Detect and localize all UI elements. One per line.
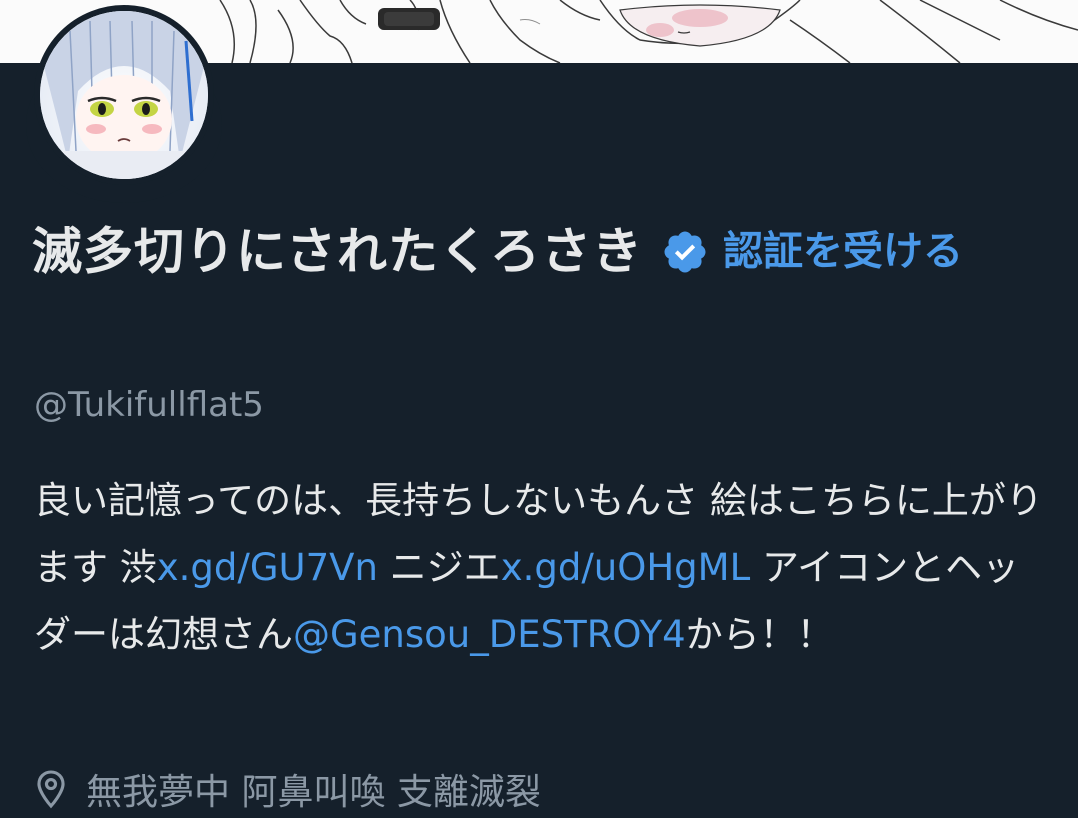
profile-handle: @Tukifullflat5	[34, 385, 264, 425]
location-row: 無我夢中 阿鼻叫喚 支離滅裂	[34, 763, 541, 815]
profile-bio: 良い記憶ってのは、長持ちしないもんさ 絵はこちらに上がります 渋x.gd/GU7…	[34, 467, 1054, 668]
verified-badge-icon	[661, 228, 709, 276]
display-name: 滅多切りにされたくろさき	[32, 222, 643, 281]
bio-text: から！！	[685, 613, 834, 656]
location-pin-icon	[34, 769, 68, 809]
bio-link-pixiv[interactable]: x.gd/GU7Vn	[157, 546, 378, 589]
bio-mention-link[interactable]: @Gensou_DESTROY4	[293, 613, 686, 656]
bio-text: ニジエ	[377, 546, 501, 589]
get-verified-link[interactable]: 認証を受ける	[723, 229, 963, 275]
location-text: 無我夢中 阿鼻叫喚 支離滅裂	[86, 772, 541, 813]
profile-section: 滅多切りにされたくろさき 認証を受ける @Tukifullflat5 良い記憶って…	[0, 5, 1078, 817]
avatar[interactable]	[26, 5, 222, 203]
bio-link-nijie[interactable]: x.gd/uOHgML	[501, 546, 751, 589]
display-name-row: 滅多切りにされたくろさき 認証を受ける	[32, 215, 1042, 288]
